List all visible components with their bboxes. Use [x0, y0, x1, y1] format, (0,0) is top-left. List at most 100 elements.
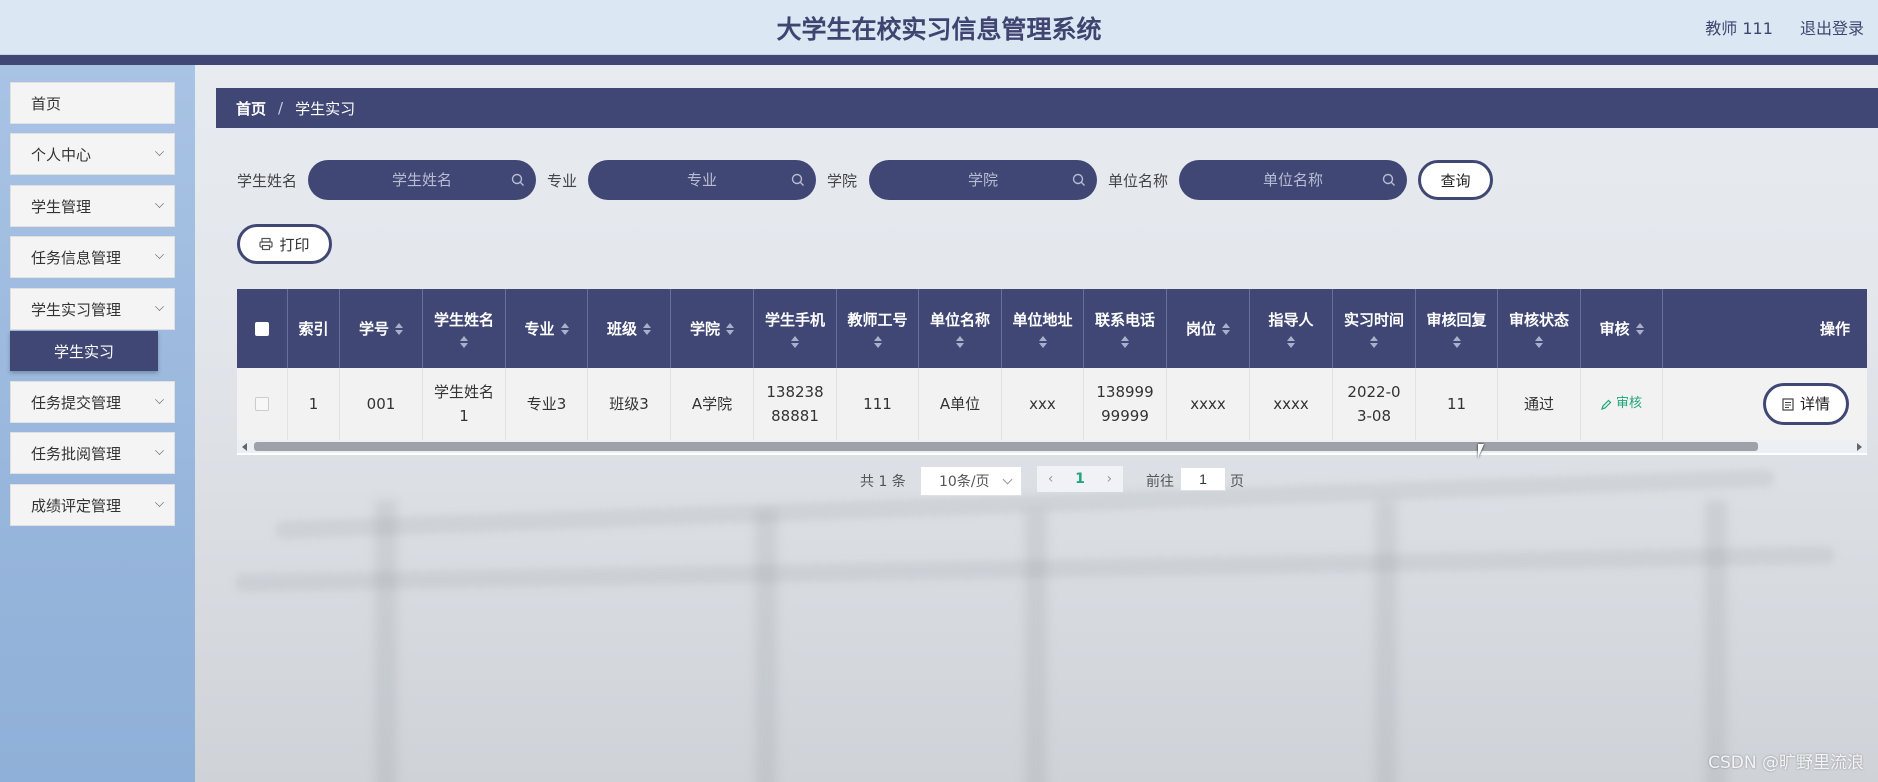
sidebar-item-task-info[interactable]: 任务信息管理 [10, 236, 175, 278]
company-name-input[interactable] [1179, 160, 1407, 200]
column-header-sortable[interactable]: 单位名称 [919, 289, 1002, 368]
cell-student-name: 学生姓名1 [423, 368, 506, 440]
current-page[interactable]: 1 [1075, 471, 1085, 487]
search-icon [1382, 173, 1395, 186]
company-name-label: 单位名称 [1108, 172, 1169, 190]
column-header-sortable[interactable]: 学生姓名 [423, 289, 506, 368]
sidebar-item-label: 成绩评定管理 [31, 496, 122, 515]
breadcrumb: 首页 / 学生实习 [216, 88, 1878, 128]
column-header-sortable[interactable]: 单位地址 [1002, 289, 1084, 368]
student-name-label: 学生姓名 [237, 172, 298, 190]
column-header-sortable[interactable]: 教师工号 [837, 289, 919, 368]
scrollbar-thumb[interactable] [254, 442, 1758, 451]
cell-reply: 11 [1416, 368, 1498, 440]
column-header-sortable[interactable]: 岗位 [1167, 289, 1250, 368]
page-unit-label: 页 [1230, 474, 1244, 490]
cell-teacher-no: 111 [837, 368, 919, 440]
student-name-input[interactable] [308, 160, 536, 200]
breadcrumb-home[interactable]: 首页 [236, 98, 266, 119]
cell-college: A学院 [671, 368, 754, 440]
sort-icon [643, 322, 651, 335]
sort-icon [873, 336, 882, 348]
sidebar-item-label: 任务提交管理 [31, 393, 122, 412]
logout-link[interactable]: 退出登录 [1800, 19, 1864, 38]
sort-icon [560, 322, 569, 335]
sort-icon [1535, 336, 1543, 348]
horizontal-scrollbar[interactable] [237, 440, 1867, 453]
column-header: 操作 [1819, 320, 1850, 338]
column-header-sortable[interactable]: 学生手机 [754, 289, 837, 368]
cell-phone: 13823888881 [754, 368, 837, 440]
major-input[interactable] [588, 160, 816, 200]
chevron-down-icon [155, 199, 164, 208]
watermark: CSDN @旷野里流浪 [1708, 753, 1864, 773]
sort-icon [1452, 336, 1461, 348]
cell-date: 2022-03-08 [1333, 368, 1416, 440]
printer-icon [259, 237, 274, 251]
column-header-sortable[interactable]: 班级 [588, 289, 671, 368]
row-checkbox[interactable] [255, 397, 269, 411]
sidebar-item-task-review[interactable]: 任务批阅管理 [10, 432, 175, 474]
column-header-sortable[interactable]: 学号 [340, 289, 423, 368]
column-header: 索引 [288, 289, 340, 368]
cell-actions: 详情 [1663, 368, 1867, 440]
row-checkbox-cell[interactable] [237, 368, 288, 440]
chevron-down-icon [155, 446, 164, 455]
goto-page-input[interactable] [1180, 467, 1226, 491]
prev-page-icon[interactable]: ‹ [1048, 471, 1054, 487]
scroll-right-arrow-icon[interactable] [1857, 443, 1862, 451]
user-box: 教师 111 退出登录 [1683, 15, 1864, 39]
college-label: 学院 [827, 172, 858, 190]
page-size-select[interactable]: 10条/页 [920, 466, 1022, 496]
sidebar-item-student-management[interactable]: 学生管理 [10, 185, 175, 227]
sidebar-item-grade-evaluation[interactable]: 成绩评定管理 [10, 484, 175, 526]
column-header-sortable[interactable]: 指导人 [1250, 289, 1333, 368]
column-header-sortable[interactable]: 联系电话 [1084, 289, 1167, 368]
sort-icon [395, 322, 403, 335]
sort-icon [1287, 336, 1295, 348]
print-button[interactable]: 打印 [237, 224, 332, 264]
column-header-sortable[interactable]: 学院 [671, 289, 754, 368]
select-all-checkbox[interactable] [255, 321, 269, 336]
sidebar-item-personal-center[interactable]: 个人中心 [10, 133, 175, 175]
sidebar-item-label: 个人中心 [31, 145, 92, 164]
sidebar-item-internship-management[interactable]: 学生实习管理 [10, 288, 175, 330]
print-label: 打印 [279, 235, 310, 254]
column-header-sortable[interactable]: 专业 [506, 289, 588, 368]
sidebar-item-home[interactable]: 首页 [10, 82, 175, 124]
breadcrumb-separator: / [278, 99, 284, 117]
column-header-sortable[interactable]: 审核状态 [1498, 289, 1581, 368]
current-user: 教师 111 [1705, 19, 1773, 38]
select-all-header[interactable] [237, 289, 288, 368]
column-header-sortable[interactable]: 实习时间 [1333, 289, 1416, 368]
sidebar-subitem-student-internship[interactable]: 学生实习 [10, 331, 158, 371]
cell-contact: 13899999999 [1084, 368, 1167, 440]
chevron-down-icon [155, 498, 164, 507]
sidebar-item-label: 任务信息管理 [31, 248, 122, 267]
sort-icon [726, 322, 734, 335]
internship-table: 索引 学号 学生姓名 专业 班级 学院 学生手机 教师工号 单位名称 单位地址 … [237, 289, 1867, 455]
column-header-sortable[interactable]: 审核回复 [1416, 289, 1498, 368]
query-button[interactable]: 查询 [1418, 160, 1493, 200]
sidebar-item-label: 学生实习管理 [31, 300, 122, 319]
edit-icon [1601, 399, 1612, 410]
chevron-down-icon [155, 147, 164, 156]
college-input[interactable] [869, 160, 1097, 200]
detail-button[interactable]: 详情 [1763, 383, 1849, 425]
app-title: 大学生在校实习信息管理系统 [776, 15, 1102, 44]
sidebar-item-label: 首页 [31, 94, 62, 113]
scroll-left-arrow-icon[interactable] [242, 443, 247, 451]
column-header-sortable[interactable]: 审核 [1581, 289, 1663, 368]
total-count: 共 1 条 [860, 474, 906, 490]
search-icon [1072, 173, 1085, 186]
audit-link[interactable]: 审核 [1601, 392, 1642, 416]
sidebar-item-task-submission[interactable]: 任务提交管理 [10, 381, 175, 423]
cell-major: 专业3 [506, 368, 588, 440]
header-accent-strip [0, 55, 1878, 65]
chevron-down-icon [155, 395, 164, 404]
cell-company: A单位 [919, 368, 1002, 440]
document-icon [1782, 397, 1794, 411]
sort-icon [791, 336, 799, 348]
next-page-icon[interactable]: › [1107, 471, 1113, 487]
major-label: 专业 [547, 172, 578, 190]
